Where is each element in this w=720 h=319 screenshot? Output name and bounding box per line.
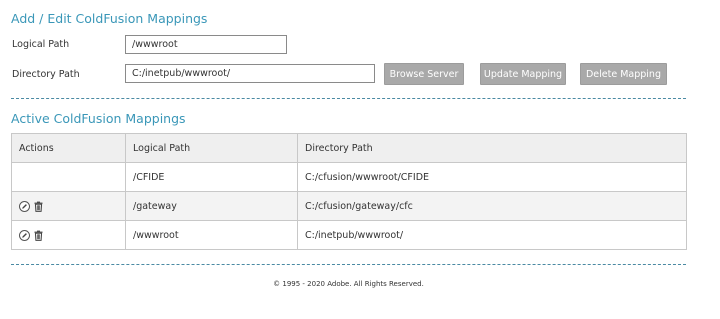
- row-directory-path: C:/inetpub/wwwroot/: [297, 220, 687, 250]
- table-row: /gateway C:/cfusion/gateway/cfc: [11, 191, 687, 221]
- row-directory-path: C:/cfusion/gateway/cfc: [297, 191, 687, 221]
- section-divider: [11, 264, 686, 265]
- edit-icon[interactable]: [19, 200, 30, 212]
- mappings-table: Actions Logical Path Directory Path /CFI…: [11, 133, 687, 250]
- row-actions-cell: [11, 162, 126, 192]
- section-divider: [11, 98, 686, 99]
- edit-icon[interactable]: [19, 229, 30, 241]
- browse-server-button[interactable]: Browse Server: [384, 63, 464, 85]
- update-mapping-button[interactable]: Update Mapping: [480, 63, 566, 85]
- column-header-directory-path: Directory Path: [297, 133, 687, 163]
- row-logical-path: /gateway: [125, 191, 298, 221]
- trash-icon[interactable]: [33, 230, 44, 241]
- table-row: /CFIDE C:/cfusion/wwwroot/CFIDE: [11, 162, 687, 192]
- row-actions-cell: [11, 191, 126, 221]
- row-logical-path: /CFIDE: [125, 162, 298, 192]
- section-title-edit: Add / Edit ColdFusion Mappings: [11, 11, 208, 26]
- table-row: /wwwroot C:/inetpub/wwwroot/: [11, 220, 687, 250]
- row-actions-cell: [11, 220, 126, 250]
- directory-path-label: Directory Path: [12, 69, 80, 80]
- trash-icon[interactable]: [33, 201, 44, 212]
- column-header-logical-path: Logical Path: [125, 133, 298, 163]
- table-header-row: Actions Logical Path Directory Path: [11, 133, 687, 163]
- row-logical-path: /wwwroot: [125, 220, 298, 250]
- footer-copyright: © 1995 - 2020 Adobe. All Rights Reserved…: [273, 280, 424, 288]
- directory-path-input[interactable]: [125, 64, 375, 83]
- row-directory-path: C:/cfusion/wwwroot/CFIDE: [297, 162, 687, 192]
- section-title-active: Active ColdFusion Mappings: [11, 111, 186, 126]
- logical-path-input[interactable]: [125, 35, 287, 54]
- column-header-actions: Actions: [11, 133, 126, 163]
- delete-mapping-button[interactable]: Delete Mapping: [580, 63, 667, 85]
- logical-path-label: Logical Path: [12, 39, 70, 50]
